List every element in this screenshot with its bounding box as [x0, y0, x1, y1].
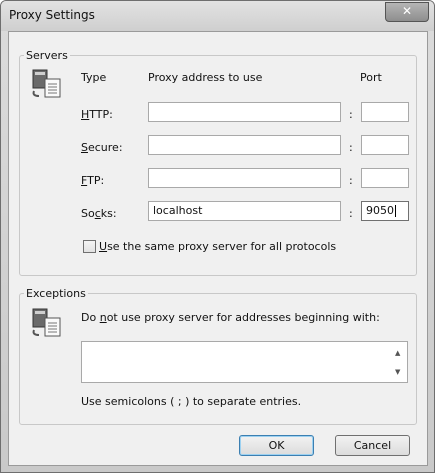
- socks-label: Socks:: [81, 207, 117, 220]
- socks-port-value: 9050: [366, 204, 394, 217]
- text-caret: [395, 205, 396, 217]
- socks-address-input[interactable]: localhost: [148, 201, 341, 221]
- ftp-address-input[interactable]: [148, 168, 341, 188]
- servers-legend: Servers: [26, 49, 68, 62]
- socks-port-input[interactable]: 9050: [361, 201, 409, 221]
- same-proxy-label[interactable]: Use the same proxy server for all protoc…: [99, 240, 336, 253]
- ok-button[interactable]: OK: [239, 435, 314, 456]
- same-proxy-checkbox[interactable]: [83, 240, 96, 253]
- type-column-header: Type: [81, 71, 107, 84]
- proxy-server-icon: [32, 69, 61, 98]
- title-bar[interactable]: Proxy Settings ✕: [1, 1, 434, 31]
- exceptions-description: Do not use proxy server for addresses be…: [81, 311, 380, 324]
- close-button[interactable]: ✕: [385, 2, 429, 22]
- address-column-header: Proxy address to use: [148, 71, 263, 84]
- secure-address-input[interactable]: [148, 135, 341, 155]
- http-label: HTTP:: [81, 108, 113, 121]
- close-icon: ✕: [401, 4, 413, 18]
- secure-label: Secure:: [81, 141, 123, 154]
- ftp-colon: :: [349, 174, 353, 187]
- proxy-exceptions-icon: [32, 308, 61, 337]
- socks-colon: :: [349, 207, 353, 220]
- secure-colon: :: [349, 141, 353, 154]
- exceptions-scrollbar[interactable]: ▲ ▼: [391, 342, 407, 382]
- ftp-label: FTP:: [81, 174, 105, 187]
- ftp-port-input[interactable]: [361, 168, 409, 188]
- window-title: Proxy Settings: [9, 8, 95, 22]
- proxy-settings-dialog: Proxy Settings ✕ Servers Type Proxy addr…: [0, 0, 435, 473]
- port-column-header: Port: [360, 71, 382, 84]
- scroll-down-arrow-icon[interactable]: ▼: [395, 368, 400, 376]
- http-port-input[interactable]: [361, 102, 409, 122]
- dialog-body: Servers Type Proxy address to use Port H…: [8, 31, 428, 466]
- scroll-up-arrow-icon[interactable]: ▲: [395, 349, 400, 357]
- exceptions-hint: Use semicolons ( ; ) to separate entries…: [81, 395, 302, 408]
- exceptions-legend: Exceptions: [26, 287, 86, 300]
- exceptions-textarea[interactable]: ▲ ▼: [81, 341, 408, 383]
- http-address-input[interactable]: [148, 102, 341, 122]
- secure-port-input[interactable]: [361, 135, 409, 155]
- http-colon: :: [349, 108, 353, 121]
- cancel-button[interactable]: Cancel: [335, 435, 410, 456]
